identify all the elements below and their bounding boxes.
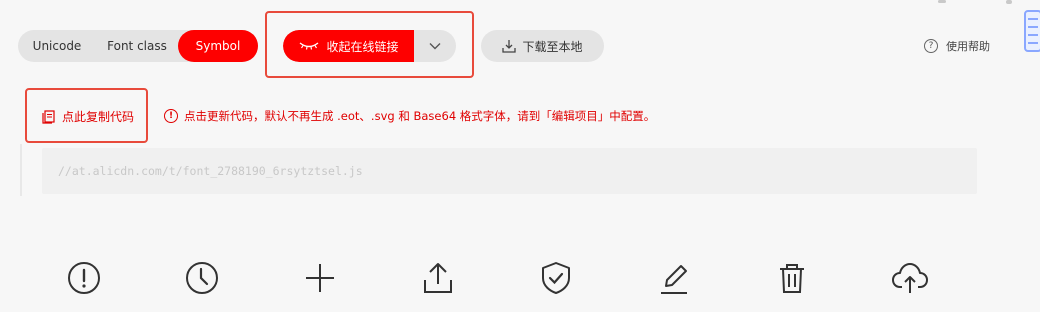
copy-code-label: 点此复制代码 [62,110,135,124]
trash-icon[interactable] [772,258,812,298]
action-icon-bar [0,258,1040,300]
font-link-panel: Unicode Font class Symbol 收起在线链接 下载至本地 ?… [0,0,1040,312]
update-notice-text: 点击更新代码，默认不再生成 .eot、.svg 和 Base64 格式字体，请到… [184,109,656,123]
cloud-upload-icon[interactable] [890,258,930,298]
download-icon [502,40,517,53]
tab-unicode[interactable]: Unicode [18,30,96,62]
shield-check-icon[interactable] [536,258,576,298]
font-link-url[interactable]: //at.alicdn.com/t/font_2788190_6rsytztse… [42,148,977,194]
copy-code-button[interactable]: 点此复制代码 [42,108,134,125]
update-notice: ! 点击更新代码，默认不再生成 .eot、.svg 和 Base64 格式字体，… [164,108,655,124]
format-tabs: Unicode Font class Symbol [18,30,258,62]
scroll-indicator [938,0,946,3]
tab-font-class[interactable]: Font class [96,30,178,62]
info-icon[interactable] [64,258,104,298]
alert-icon: ! [164,109,178,123]
tab-symbol[interactable]: Symbol [178,30,258,62]
clock-icon[interactable] [182,258,222,298]
download-button[interactable]: 下载至本地 [481,30,604,62]
help-icon: ? [924,39,938,53]
scroll-indicator-secondary [1006,0,1012,4]
upload-icon[interactable] [418,258,458,298]
plus-icon[interactable] [300,258,340,298]
side-widget-icon[interactable] [1024,10,1040,52]
help-label: 使用帮助 [946,40,990,53]
copy-icon [42,109,55,124]
help-link[interactable]: ? 使用帮助 [924,38,990,54]
download-label: 下载至本地 [522,39,583,54]
code-divider [20,144,22,196]
highlight-box-collapse [265,11,474,78]
edit-icon[interactable] [654,258,694,298]
